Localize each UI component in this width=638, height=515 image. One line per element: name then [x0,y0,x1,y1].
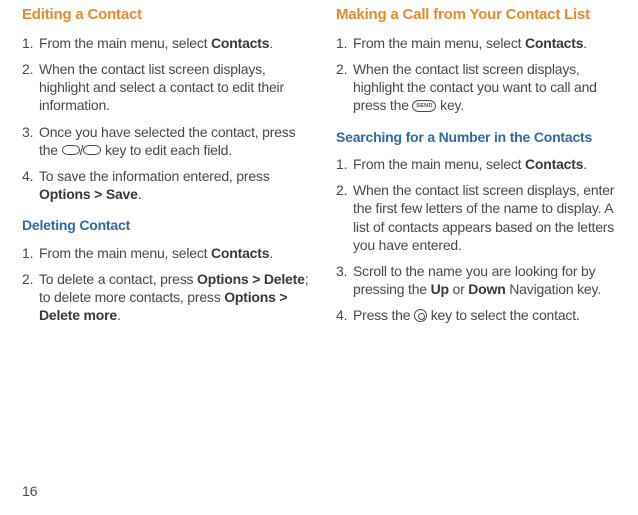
list-item: To save the information entered, press O… [22,167,310,203]
text: From the main menu, select [39,245,211,261]
manual-page: Editing a Contact From the main menu, se… [0,0,638,333]
list-item: From the main menu, select Contacts. [22,244,310,262]
text: From the main menu, select [353,35,525,51]
left-column: Editing a Contact From the main menu, se… [22,6,310,333]
list-item: From the main menu, select Contacts. [22,34,310,52]
right-column: Making a Call from Your Contact List Fro… [336,6,624,333]
deleting-contact-steps: From the main menu, select Contacts. To … [22,244,310,325]
bold-text: Down [468,281,505,297]
text: Navigation key. [506,281,601,297]
making-call-steps: From the main menu, select Contacts. Whe… [336,34,624,115]
text: . [583,156,587,172]
text: or [449,281,468,297]
bold-text: Up [431,281,449,297]
text: . [117,307,121,323]
text: . [583,35,587,51]
list-item: When the contact list screen displays, h… [336,60,624,115]
text: . [138,186,142,202]
list-item: From the main menu, select Contacts. [336,155,624,173]
bold-text: Options > Save [39,186,138,202]
text: . [269,245,273,261]
text: From the main menu, select [353,156,525,172]
softkey-right-icon [83,145,101,155]
ok-key-icon [414,309,427,322]
list-item: To delete a contact, press Options > Del… [22,270,310,325]
heading-editing-contact: Editing a Contact [22,6,310,25]
bold-text: Contacts [525,156,583,172]
text: When the contact list screen displays, h… [353,61,597,113]
list-item: Once you have selected the contact, pres… [22,123,310,159]
list-item: When the contact list screen displays, e… [336,181,624,254]
text: To delete a contact, press [39,271,197,287]
text: When the contact list screen displays, e… [353,182,614,253]
list-item: From the main menu, select Contacts. [336,34,624,52]
bold-text: Contacts [211,35,269,51]
heading-searching-number: Searching for a Number in the Contacts [336,129,624,147]
searching-number-steps: From the main menu, select Contacts. Whe… [336,155,624,325]
list-item: Press the key to select the contact. [336,306,624,324]
send-key-icon: SEND [412,100,436,112]
text: When the contact list screen displays, h… [39,61,284,113]
softkey-left-icon [62,145,80,155]
bold-text: Contacts [211,245,269,261]
text: From the main menu, select [39,35,211,51]
heading-deleting-contact: Deleting Contact [22,217,310,235]
heading-making-call: Making a Call from Your Contact List [336,6,624,25]
editing-contact-steps: From the main menu, select Contacts. Whe… [22,34,310,204]
bold-text: Contacts [525,35,583,51]
text: Press the [353,307,414,323]
list-item: When the contact list screen displays, h… [22,60,310,115]
text: . [269,35,273,51]
page-number: 16 [22,483,38,499]
text: To save the information entered, press [39,168,270,184]
text: key to select the contact. [427,307,580,323]
text: key. [436,97,464,113]
text: key to edit each field. [101,142,232,158]
bold-text: Options > Delete [197,271,305,287]
list-item: Scroll to the name you are looking for b… [336,262,624,298]
